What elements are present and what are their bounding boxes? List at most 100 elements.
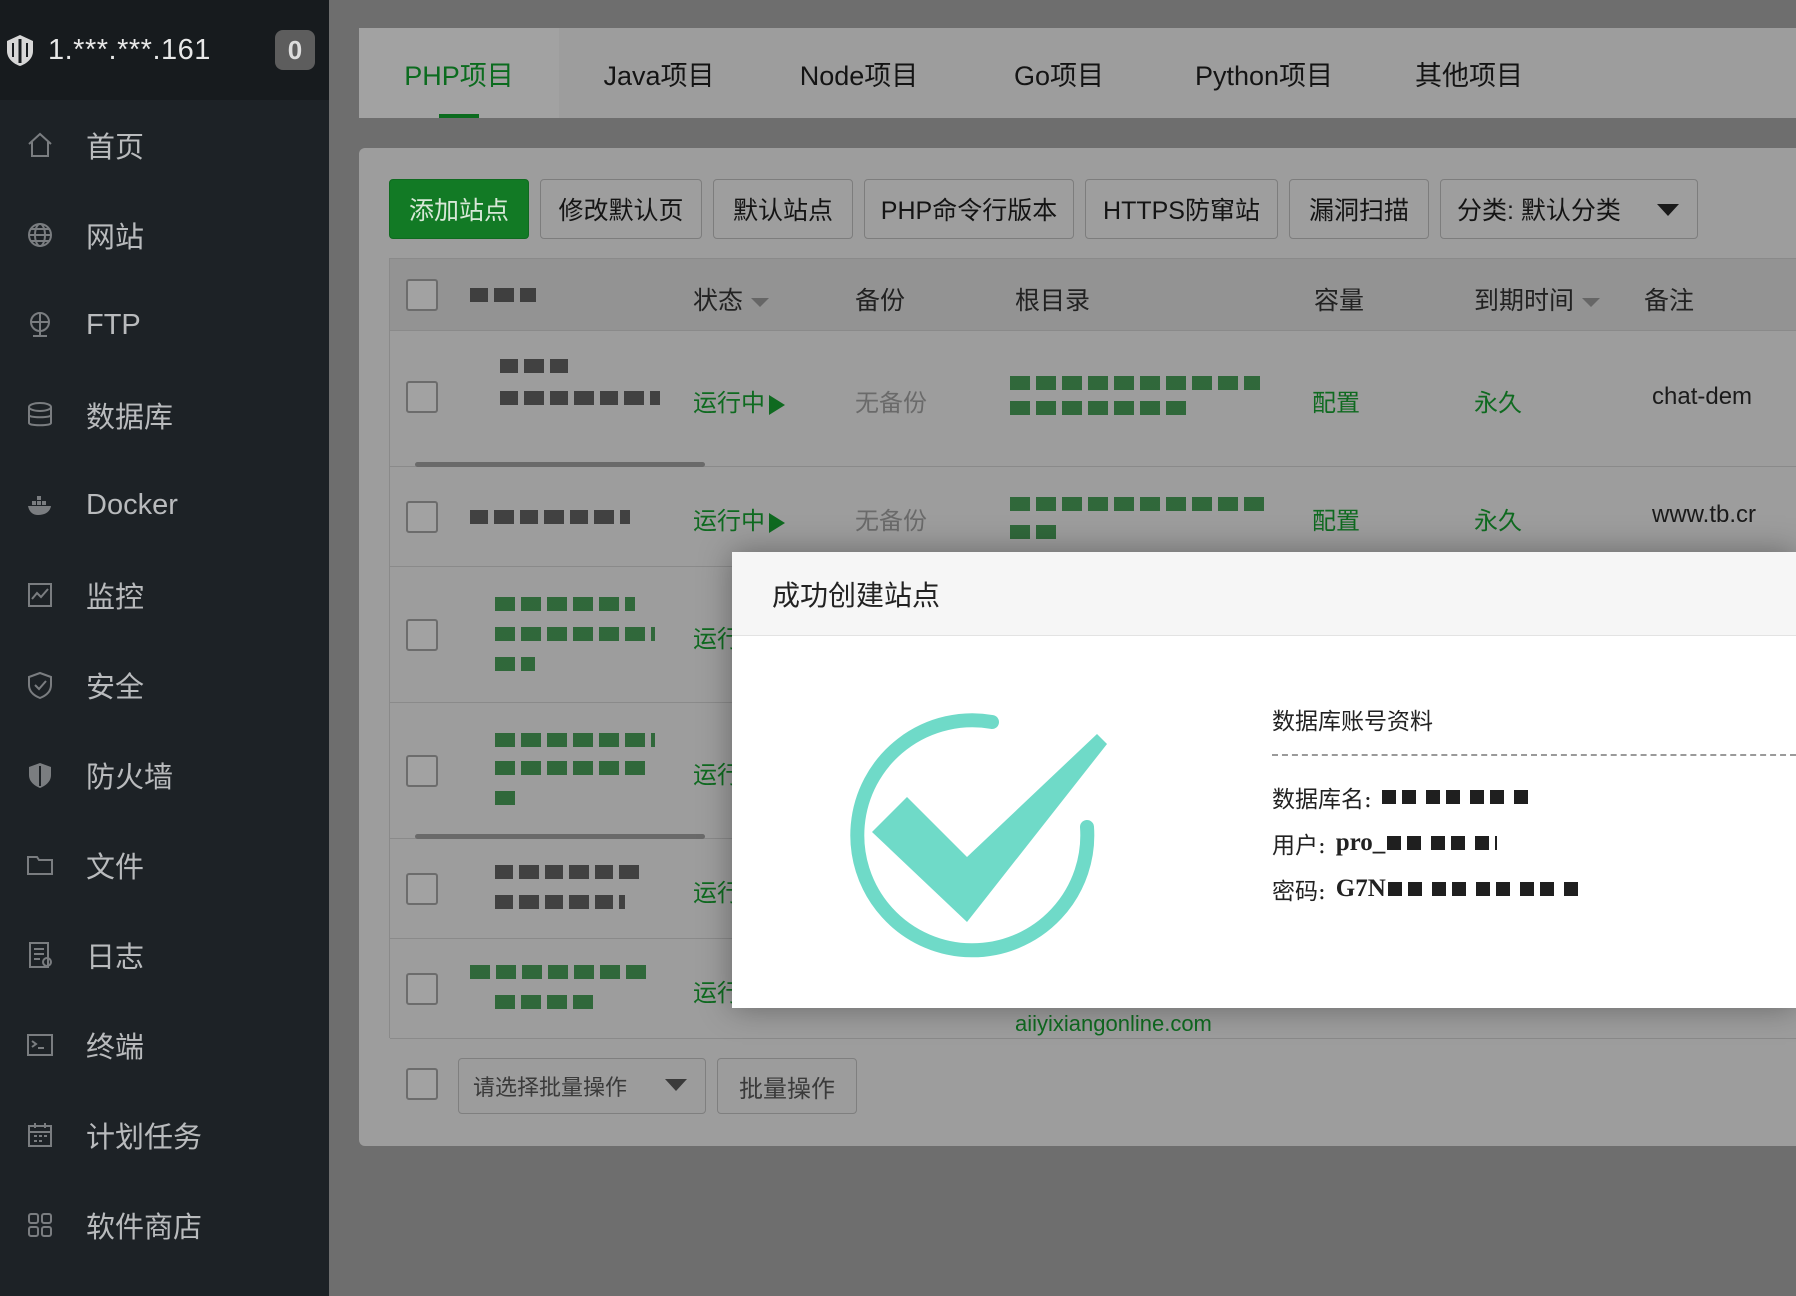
expire-header[interactable]: 到期时间: [1474, 281, 1601, 317]
sidebar-item-label: 监控: [86, 582, 145, 614]
vuln-scan-button[interactable]: 漏洞扫描: [1289, 179, 1429, 239]
docker-icon: [24, 489, 56, 521]
remark-value[interactable]: chat-dem: [1652, 383, 1752, 411]
status-running[interactable]: 运行中: [693, 501, 785, 536]
batch-operation-button[interactable]: 批量操作: [717, 1058, 857, 1114]
tab-go[interactable]: Go项目: [959, 28, 1159, 118]
ftp-icon: [24, 309, 56, 341]
db-info-title: 数据库账号资料: [1272, 709, 1433, 735]
sidebar-item-label: FTP: [86, 308, 141, 341]
default-site-button[interactable]: 默认站点: [713, 179, 853, 239]
status-label: 运行中: [693, 508, 765, 535]
row-checkbox[interactable]: [406, 973, 438, 1005]
sidebar-item-website[interactable]: 网站: [0, 190, 329, 280]
status-label: 运行中: [693, 390, 765, 417]
server-header[interactable]: 1.***.***.161 0: [0, 0, 329, 100]
status-running[interactable]: 运行中: [693, 383, 785, 418]
root-dir-link[interactable]: aiiyixiangonline.com: [1015, 1011, 1212, 1037]
sidebar-item-home[interactable]: 首页: [0, 100, 329, 190]
root-header: 根目录: [1015, 287, 1091, 315]
sidebar-item-ftp[interactable]: FTP: [0, 280, 329, 370]
tab-node[interactable]: Node项目: [759, 28, 959, 118]
row-checkbox[interactable]: [406, 501, 438, 533]
footer-select-all-checkbox[interactable]: [406, 1068, 438, 1100]
https-anti-tamper-button[interactable]: HTTPS防窜站: [1085, 179, 1278, 239]
row-checkbox[interactable]: [406, 381, 438, 413]
status-header[interactable]: 状态: [693, 281, 770, 317]
globe-icon: [24, 219, 56, 251]
db-password-value: G7N: [1335, 875, 1386, 902]
redacted-db-password: [1387, 882, 1578, 896]
category-select[interactable]: 分类: 默认分类: [1440, 179, 1698, 239]
server-shield-icon: [0, 30, 40, 70]
chevron-down-icon: [665, 1079, 687, 1091]
sidebar-item-logs[interactable]: 日志: [0, 910, 329, 1000]
capacity-header: 容量: [1314, 287, 1365, 315]
expire-header-label: 到期时间: [1474, 287, 1575, 315]
sidebar-item-docker[interactable]: Docker: [0, 460, 329, 550]
redacted-site-name: [495, 895, 625, 909]
php-cli-version-button[interactable]: PHP命令行版本: [864, 179, 1074, 239]
shield-icon: [24, 669, 56, 701]
sidebar-item-monitor[interactable]: 监控: [0, 550, 329, 640]
db-name-line: 数据库名:: [1272, 780, 1532, 814]
notification-badge[interactable]: 0: [275, 30, 315, 70]
redacted-db-name: [1381, 790, 1532, 804]
db-user-label: 用户:: [1272, 833, 1326, 859]
sidebar-item-database[interactable]: 数据库: [0, 370, 329, 460]
redacted-root-dir[interactable]: [1010, 376, 1260, 390]
expire-value[interactable]: 永久: [1474, 501, 1522, 536]
sidebar-item-terminal[interactable]: 终端: [0, 1000, 329, 1090]
backup-header: 备份: [855, 287, 906, 315]
db-password-label: 密码:: [1272, 879, 1326, 905]
firewall-icon: [24, 759, 56, 791]
redacted-site-name: [495, 995, 595, 1009]
monitor-icon: [24, 579, 56, 611]
sidebar-item-label: 软件商店: [86, 1212, 203, 1244]
sidebar-item-label: 文件: [86, 852, 145, 884]
sidebar-item-label: 计划任务: [86, 1122, 203, 1154]
redacted-site-name: [495, 791, 515, 805]
capacity-config-link[interactable]: 配置: [1312, 383, 1360, 418]
row-checkbox[interactable]: [406, 619, 438, 651]
category-select-label: 分类: 默认分类: [1457, 197, 1621, 225]
home-icon: [24, 129, 56, 161]
sidebar-item-firewall[interactable]: 防火墙: [0, 730, 329, 820]
sidebar-item-label: 首页: [86, 132, 145, 164]
capacity-config-link[interactable]: 配置: [1312, 501, 1360, 536]
redacted-root-dir[interactable]: [1010, 525, 1060, 539]
edit-default-page-button[interactable]: 修改默认页: [540, 179, 702, 239]
expire-value[interactable]: 永久: [1474, 383, 1522, 418]
add-site-button[interactable]: 添加站点: [389, 179, 529, 239]
batch-operation-select[interactable]: 请选择批量操作: [458, 1058, 706, 1114]
dashed-divider: [1272, 754, 1796, 756]
server-ip: 1.***.***.161: [48, 33, 211, 66]
row-checkbox[interactable]: [406, 755, 438, 787]
sidebar-item-security[interactable]: 安全: [0, 640, 329, 730]
redacted-root-dir[interactable]: [1010, 401, 1190, 415]
db-password-line: 密码: G7N: [1272, 872, 1578, 906]
sidebar-item-label: 防火墙: [86, 762, 174, 794]
tab-python[interactable]: Python项目: [1159, 28, 1369, 118]
sidebar-item-label: 终端: [86, 1032, 145, 1064]
row-checkbox[interactable]: [406, 873, 438, 905]
tab-php[interactable]: PHP项目: [359, 28, 559, 118]
terminal-icon: [24, 1029, 56, 1061]
sidebar-item-app-store[interactable]: 软件商店: [0, 1180, 329, 1270]
status-header-label: 状态: [693, 287, 744, 315]
redacted-header: [470, 288, 536, 302]
tab-java[interactable]: Java项目: [559, 28, 759, 118]
table-header: 状态 备份 根目录 容量 到期时间 备注: [390, 259, 1796, 331]
remark-value[interactable]: www.tb.cr: [1652, 501, 1756, 529]
chevron-down-icon: [1657, 204, 1679, 216]
sort-caret-icon: [751, 297, 770, 307]
sidebar-item-cron[interactable]: 计划任务: [0, 1090, 329, 1180]
project-tabs: PHP项目 Java项目 Node项目 Go项目 Python项目 其他项目: [359, 28, 1796, 118]
tab-other[interactable]: 其他项目: [1369, 28, 1569, 118]
select-all-checkbox[interactable]: [406, 279, 438, 311]
sidebar-item-files[interactable]: 文件: [0, 820, 329, 910]
redacted-root-dir[interactable]: [1010, 497, 1270, 511]
db-user-line: 用户: pro_: [1272, 826, 1498, 860]
batch-select-placeholder: 请选择批量操作: [473, 1075, 628, 1100]
redacted-site-name: [495, 761, 645, 775]
